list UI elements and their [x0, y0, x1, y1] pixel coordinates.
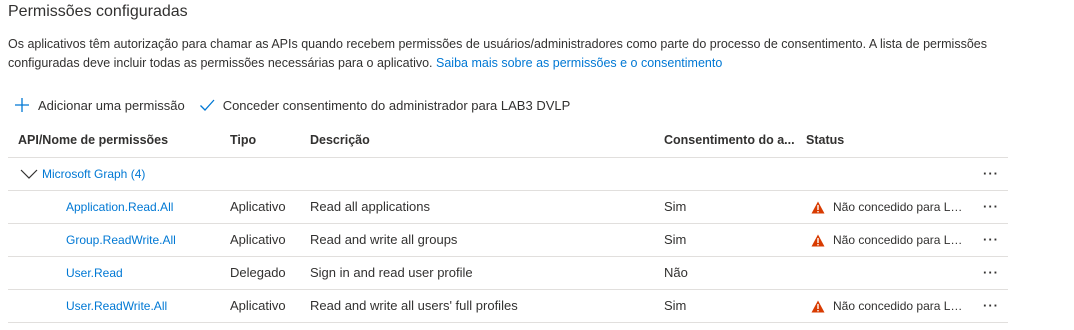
- permissions-table: API/Nome de permissões Tipo Descrição Co…: [8, 124, 1008, 323]
- learn-more-link[interactable]: Saiba mais sobre as permissões e o conse…: [436, 56, 722, 70]
- status-cell: Não concedido para LAB3 DVLP: [811, 224, 968, 256]
- grant-consent-label: Conceder consentimento do administrador …: [222, 97, 571, 113]
- row-more-button[interactable]: ···: [980, 290, 1002, 322]
- warning-icon: [811, 201, 825, 213]
- grant-consent-button[interactable]: Conceder consentimento do administrador …: [199, 97, 571, 113]
- permission-type: Delegado: [230, 265, 286, 280]
- row-more-button[interactable]: ···: [980, 191, 1002, 223]
- plus-icon: [15, 98, 29, 112]
- permission-name-link[interactable]: Application.Read.All: [66, 191, 173, 223]
- row-more-button[interactable]: ···: [980, 257, 1002, 289]
- status-text: Não concedido para LAB3 DVLP: [833, 200, 968, 214]
- permission-description: Sign in and read user profile: [310, 265, 473, 280]
- permission-type: Aplicativo: [230, 199, 286, 214]
- table-row: User.Read Delegado Sign in and read user…: [8, 257, 1008, 290]
- add-permission-button[interactable]: Adicionar uma permissão: [14, 97, 185, 113]
- table-header: API/Nome de permissões Tipo Descrição Co…: [8, 124, 1008, 158]
- permission-name-link[interactable]: Group.ReadWrite.All: [66, 224, 176, 256]
- admin-consent-value: Sim: [664, 199, 687, 214]
- table-row: Group.ReadWrite.All Aplicativo Read and …: [8, 224, 1008, 257]
- table-row: User.ReadWrite.All Aplicativo Read and w…: [8, 290, 1008, 323]
- header-consent[interactable]: Consentimento do a...: [664, 124, 800, 157]
- permission-name-link[interactable]: User.ReadWrite.All: [66, 290, 167, 322]
- header-status[interactable]: Status: [806, 124, 844, 157]
- header-description[interactable]: Descrição: [310, 124, 370, 157]
- checkmark-icon: [199, 99, 215, 111]
- permission-description: Read and write all groups: [310, 232, 458, 247]
- permission-name-link[interactable]: User.Read: [66, 257, 123, 289]
- permission-type: Aplicativo: [230, 298, 286, 313]
- permission-description: Read and write all users' full profiles: [310, 298, 518, 313]
- toolbar: Adicionar uma permissão Conceder consent…: [14, 94, 584, 116]
- status-text: Não concedido para LAB3 DVLP: [833, 233, 968, 247]
- group-row: Microsoft Graph (4) ···: [8, 158, 1008, 191]
- section-description: Os aplicativos têm autorização para cham…: [8, 35, 1058, 73]
- warning-icon: [811, 300, 825, 312]
- admin-consent-value: Não: [664, 265, 688, 280]
- status-text: Não concedido para LAB3 DVLP: [833, 299, 968, 313]
- permission-type: Aplicativo: [230, 232, 286, 247]
- chevron-down-icon: [20, 169, 38, 179]
- add-permission-label: Adicionar uma permissão: [38, 97, 185, 113]
- warning-icon: [811, 234, 825, 246]
- permission-description: Read all applications: [310, 199, 430, 214]
- status-cell: Não concedido para LAB3 DVLP: [811, 290, 968, 322]
- status-cell: Não concedido para LAB3 DVLP: [811, 191, 968, 223]
- header-type[interactable]: Tipo: [230, 124, 256, 157]
- admin-consent-value: Sim: [664, 298, 687, 313]
- table-row: Application.Read.All Aplicativo Read all…: [8, 191, 1008, 224]
- section-title: Permissões configuradas: [8, 3, 188, 20]
- admin-consent-value: Sim: [664, 232, 687, 247]
- header-api-name[interactable]: API/Nome de permissões: [18, 124, 168, 157]
- group-toggle[interactable]: Microsoft Graph (4): [20, 158, 145, 190]
- row-more-button[interactable]: ···: [980, 224, 1002, 256]
- group-label-microsoft-graph[interactable]: Microsoft Graph (4): [42, 158, 145, 190]
- group-more-button[interactable]: ···: [980, 158, 1002, 190]
